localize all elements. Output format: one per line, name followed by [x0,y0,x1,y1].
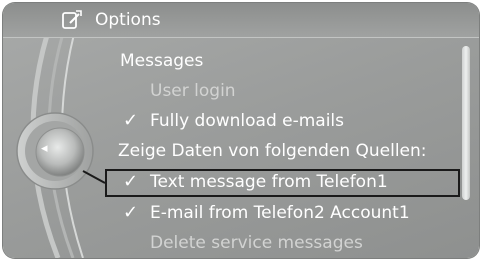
callout-pointer-line [82,170,106,184]
app-window: ◂ Options Messages User login ✓ Fully do… [0,0,485,262]
scrollbar[interactable] [462,46,470,200]
idrive-screen: ◂ Options Messages User login ✓ Fully do… [3,3,479,258]
